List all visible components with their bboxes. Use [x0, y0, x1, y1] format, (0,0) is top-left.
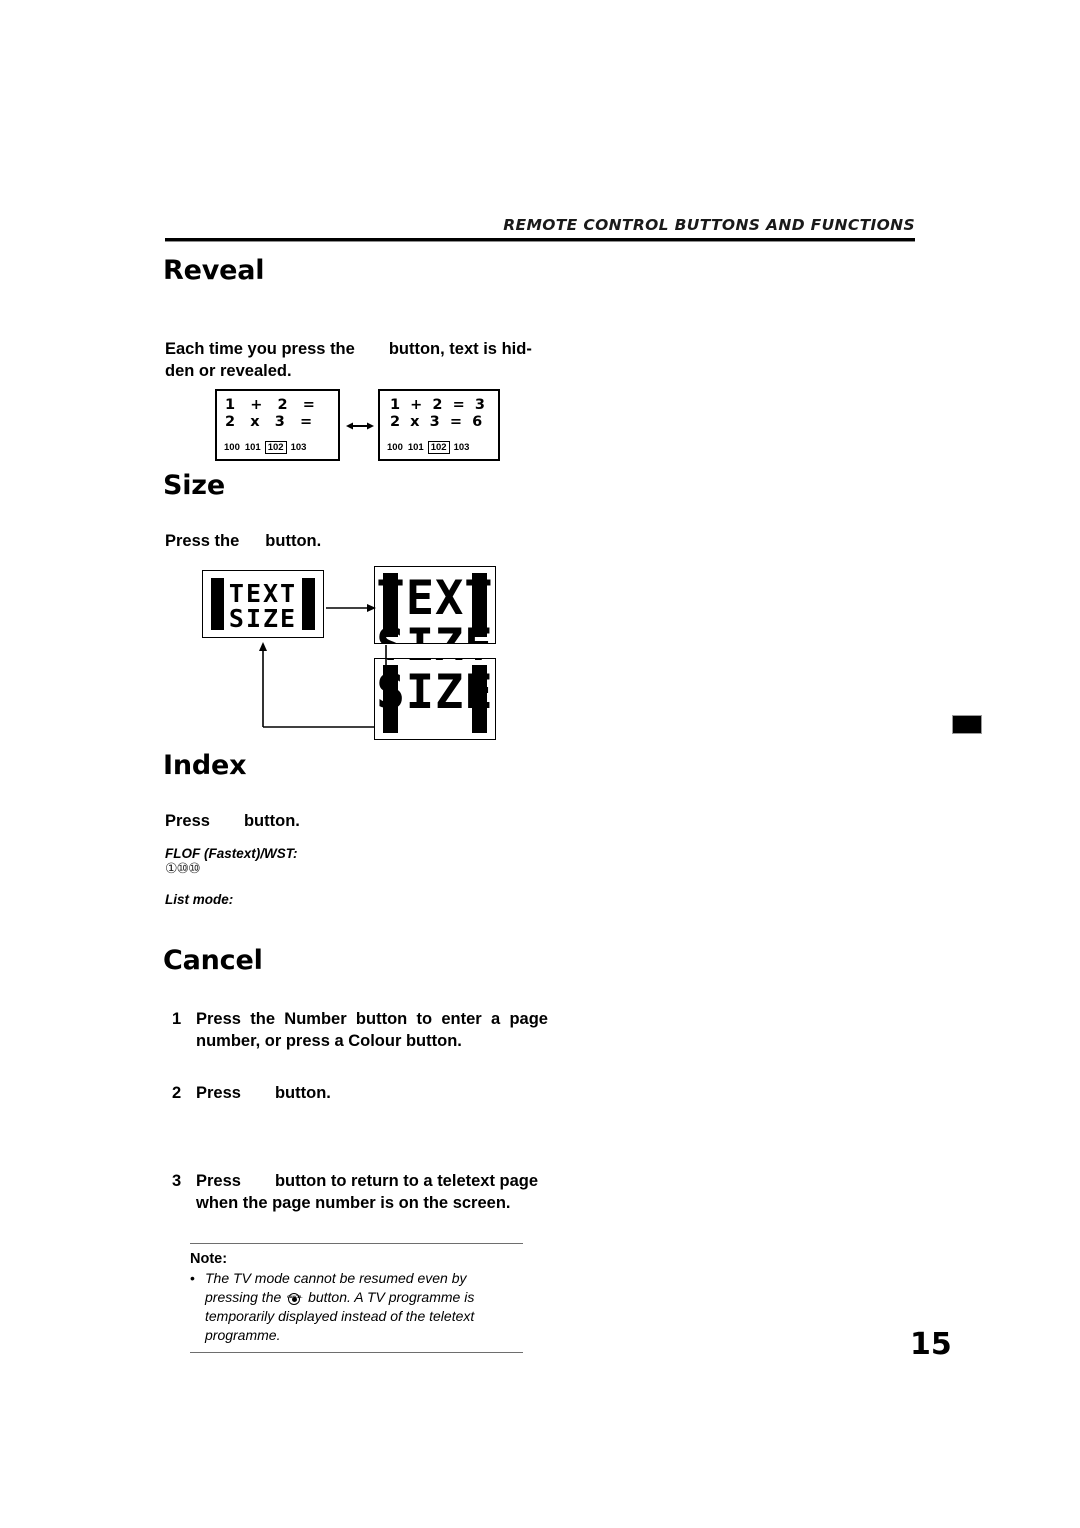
size-top-text: TEXT SIZE	[375, 575, 495, 644]
section-heading-size: Size	[163, 470, 225, 501]
flof-circled-keys: ①⑩⑩	[165, 861, 201, 877]
size-box-normal: TEXT SIZE	[202, 570, 324, 638]
teletext-revealed-line2: 2 x 3 = 6	[390, 414, 483, 430]
section-heading-index: Index	[163, 750, 247, 781]
index-paragraph-part2: button.	[243, 812, 300, 830]
list-mode-label: List mode:	[165, 892, 234, 907]
reveal-paragraph: Each time you press the button, text is h…	[165, 338, 545, 382]
double-headed-arrow-icon	[346, 422, 374, 430]
flof-label: FLOF (Fastext)/WST:	[165, 846, 298, 861]
thumb-index-marker	[952, 715, 982, 734]
note-label: Note:	[190, 1251, 228, 1267]
cancel-step-3: 3 Press button to return to a teletext pa…	[172, 1170, 548, 1214]
teletext-panel-revealed: 1 + 2 = 3 2 x 3 = 6 100 101 102 103	[378, 389, 500, 461]
step3-text-part1: Press	[196, 1172, 241, 1190]
teletext-hidden-rows: 1 + 2 = 2 x 3 =	[225, 397, 315, 431]
cancel-step-1: 1 Press the Number button to enter a pag…	[172, 1008, 548, 1052]
index-paragraph-part1: Press	[165, 812, 210, 830]
size-normal-line2: SIZE	[228, 604, 298, 633]
running-header: REMOTE CONTROL BUTTONS AND FUNCTIONS	[165, 216, 915, 242]
section-heading-reveal: Reveal	[163, 255, 265, 286]
note-text: The TV mode cannot be resumed even by pr…	[205, 1269, 523, 1345]
step-number: 3	[172, 1172, 182, 1190]
page-link-101: 101	[244, 442, 261, 453]
size-paragraph-part2: button.	[265, 532, 322, 550]
size-paragraph-part1: Press the	[165, 532, 240, 550]
cancel-step-2: 2 Press button.	[172, 1082, 548, 1104]
page-link-102-current: 102	[264, 441, 287, 454]
teletext-hidden-line2: 2 x 3 =	[225, 414, 313, 430]
teletext-revealed-rows: 1 + 2 = 3 2 x 3 = 6	[390, 397, 485, 431]
size-bottom-text: TEXT SIZE	[375, 659, 495, 720]
note-rule-top	[190, 1243, 523, 1244]
section-heading-cancel: Cancel	[163, 945, 263, 976]
page-link-102-current: 102	[427, 441, 450, 454]
size-box-top-half: TEXT SIZE	[374, 566, 496, 644]
size-top-line1: TEXT	[376, 571, 494, 626]
step-number: 2	[172, 1084, 182, 1102]
header-title-text: REMOTE CONTROL BUTTONS AND FUNCTIONS	[503, 216, 915, 234]
step2-text-part2: button.	[274, 1084, 331, 1102]
size-bottom-line2: SIZE	[376, 665, 494, 720]
step-text: Press button.	[196, 1082, 548, 1104]
page-link-103: 103	[290, 442, 307, 453]
step-text: Press the Number button to enter a page …	[196, 1010, 548, 1050]
step-number: 1	[172, 1010, 182, 1028]
header-title: REMOTE CONTROL BUTTONS AND FUNCTIONS	[165, 216, 915, 234]
step2-text-part1: Press	[196, 1084, 241, 1102]
step-text: Press button to return to a teletext page…	[196, 1170, 548, 1214]
bullet-icon: •	[190, 1270, 195, 1286]
page-number: 15	[910, 1327, 952, 1362]
page-link-100: 100	[387, 442, 403, 453]
index-paragraph: Press button.	[165, 810, 495, 832]
size-top-line2: SIZE	[376, 619, 493, 644]
reveal-paragraph-part1: Each time you press the	[165, 340, 355, 358]
size-box-bottom-half: TEXT SIZE	[374, 658, 496, 740]
reveal-paragraph-part3: den or revealed.	[165, 362, 292, 380]
teletext-hidden-line1: 1 + 2 =	[225, 397, 315, 413]
teletext-panel-hidden: 1 + 2 = 2 x 3 = 100 101 102 103	[215, 389, 340, 461]
note-rule-bottom	[190, 1352, 523, 1353]
page-link-100: 100	[224, 442, 240, 453]
page-link-103: 103	[453, 442, 470, 453]
teletext-revealed-line1: 1 + 2 = 3	[390, 397, 485, 413]
size-paragraph: Press the button.	[165, 530, 495, 552]
reveal-paragraph-part2: button, text is hid-	[388, 340, 532, 358]
teletext-revealed-pagebar: 100 101 102 103	[387, 441, 469, 454]
header-rule	[165, 238, 915, 242]
manual-page: REMOTE CONTROL BUTTONS AND FUNCTIONS Rev…	[0, 0, 1080, 1528]
note-block: Note: • The TV mode cannot be resumed ev…	[190, 1243, 523, 1353]
cancel-button-icon: CANCEL	[286, 1290, 303, 1305]
teletext-hidden-pagebar: 100 101 102 103	[224, 441, 306, 454]
note-item: • The TV mode cannot be resumed even by …	[190, 1269, 523, 1345]
step3-text-part2: button to return to a teletext page when…	[196, 1172, 539, 1212]
size-normal-text: TEXT SIZE	[203, 581, 323, 631]
page-link-101: 101	[407, 442, 424, 453]
